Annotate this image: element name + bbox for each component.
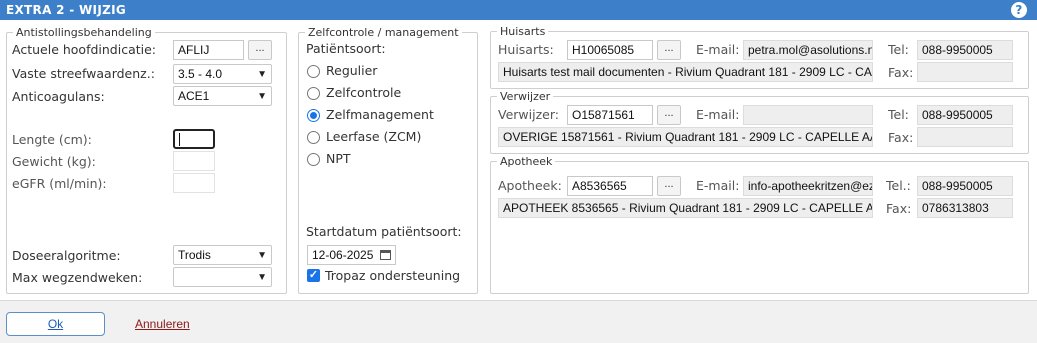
gp-email-label: E-mail: — [696, 42, 740, 57]
indication-field[interactable]: AFLIJ — [173, 40, 244, 60]
dosing-algorithm-select[interactable]: Trodis ▼ — [173, 245, 272, 265]
gp-tel-field[interactable]: 088-9950005 — [917, 40, 1013, 60]
window-titlebar: EXTRA 2 - WIJZIG ? — [0, 0, 1037, 20]
pharmacy-label: Apotheek: — [498, 178, 562, 193]
target-range-label: Vaste streefwaardenz.: — [12, 66, 155, 81]
anticoagulation-legend: Antistollingsbehandeling — [16, 26, 152, 39]
radio-button[interactable] — [307, 87, 320, 100]
radio-label: Leerfase (ZCM) — [326, 129, 422, 144]
pharmacy-address-field[interactable]: APOTHEEK 8536565 - Rivium Quadrant 181 -… — [498, 198, 873, 218]
pharmacy-fax-label: Fax: — [886, 201, 912, 216]
gp-fax-field[interactable] — [917, 62, 1013, 82]
radio-button[interactable] — [307, 65, 320, 78]
radio-label: NPT — [326, 151, 351, 166]
gp-email-field[interactable]: petra.mol@asolutions.n — [743, 40, 873, 60]
gp-code-field[interactable]: H10065085 — [567, 40, 653, 60]
self-management-legend: Zelfcontrole / management — [308, 26, 459, 39]
dialog-content: Antistollingsbehandeling Actuele hoofdin… — [0, 20, 1037, 300]
indication-label: Actuele hoofdindicatie: — [12, 42, 157, 57]
target-range-value: 3.5 - 4.0 — [178, 67, 223, 81]
gp-legend: Huisarts — [500, 25, 546, 38]
egfr-label: eGFR (ml/min): — [12, 176, 107, 191]
chevron-down-icon: ▼ — [257, 69, 267, 80]
pharmacy-email-field[interactable]: info-apotheekritzen@ez — [743, 176, 873, 196]
referrer-tel-label: Tel: — [888, 107, 909, 122]
referrer-legend: Verwijzer — [500, 90, 551, 103]
pharmacy-lookup-button[interactable]: ... — [657, 176, 681, 196]
referrer-fax-field[interactable] — [917, 127, 1013, 147]
pharmacy-email-label: E-mail: — [696, 178, 740, 193]
radio-button-selected[interactable] — [307, 109, 320, 122]
window-title: EXTRA 2 - WIJZIG — [6, 3, 127, 17]
chevron-down-icon: ▼ — [257, 250, 267, 261]
start-date-input[interactable]: 12-06-2025 — [307, 245, 396, 265]
gp-tel-label: Tel: — [888, 42, 909, 57]
radio-label: Zelfcontrole — [326, 85, 402, 100]
indication-lookup-button[interactable]: ... — [248, 40, 272, 60]
weight-label: Gewicht (kg): — [12, 154, 96, 169]
referrer-fax-label: Fax: — [888, 130, 914, 145]
referrer-code-field[interactable]: O15871561 — [567, 105, 653, 125]
help-icon[interactable]: ? — [1011, 2, 1027, 18]
target-range-select[interactable]: 3.5 - 4.0 ▼ — [173, 64, 272, 84]
chevron-down-icon: ▼ — [257, 91, 267, 102]
referrer-email-field[interactable] — [743, 105, 873, 125]
gp-address-field[interactable]: Huisarts test mail documenten - Rivium Q… — [498, 62, 873, 82]
radio-label: Zelfmanagement — [326, 107, 434, 122]
calendar-icon[interactable] — [380, 250, 391, 260]
gp-fax-label: Fax: — [888, 65, 914, 80]
length-input[interactable] — [173, 129, 215, 149]
dialog-footer: Ok Annuleren — [0, 300, 1037, 343]
referrer-address-field[interactable]: OVERIGE 15871561 - Rivium Quadrant 181 -… — [498, 127, 873, 147]
max-weeks-select[interactable]: ▼ — [173, 267, 272, 287]
pharmacy-tel-field[interactable]: 088-9950005 — [917, 176, 1013, 196]
radio-button[interactable] — [307, 131, 320, 144]
weight-input[interactable] — [173, 151, 215, 171]
anticoagulant-select[interactable]: ACE1 ▼ — [173, 86, 272, 106]
length-label: Lengte (cm): — [12, 132, 92, 147]
dosing-algorithm-label: Doseeralgoritme: — [12, 248, 121, 263]
pharmacy-fax-field[interactable]: 0786313803 — [917, 198, 1013, 218]
referrer-email-label: E-mail: — [696, 107, 740, 122]
start-date-label: Startdatum patiëntsoort: — [306, 224, 462, 239]
anticoagulant-value: ACE1 — [178, 89, 210, 103]
cancel-link[interactable]: Annuleren — [135, 317, 190, 331]
pharmacy-tel-label: Tel.: — [886, 178, 911, 193]
tropaz-checkbox[interactable]: ✓ — [307, 269, 320, 282]
tropaz-label: Tropaz ondersteuning — [325, 268, 461, 283]
egfr-input[interactable] — [173, 173, 215, 193]
pharmacy-code-field[interactable]: A8536565 — [567, 176, 653, 196]
dosing-algorithm-value: Trodis — [178, 248, 211, 262]
referrer-label: Verwijzer: — [498, 107, 559, 122]
max-weeks-label: Max wegzendweken: — [12, 270, 143, 285]
patient-type-label: Patiëntsoort: — [306, 41, 386, 56]
ok-button[interactable]: Ok — [6, 312, 105, 336]
referrer-tel-field[interactable]: 088-9950005 — [917, 105, 1013, 125]
chevron-down-icon: ▼ — [257, 272, 267, 283]
radio-button[interactable] — [307, 153, 320, 166]
gp-label: Huisarts: — [498, 42, 554, 57]
text-cursor — [179, 133, 180, 146]
anticoagulant-label: Anticoagulans: — [12, 89, 105, 104]
gp-lookup-button[interactable]: ... — [657, 40, 681, 60]
radio-label: Regulier — [326, 63, 378, 78]
referrer-lookup-button[interactable]: ... — [657, 105, 681, 125]
start-date-value: 12-06-2025 — [312, 248, 374, 262]
pharmacy-legend: Apotheek — [500, 155, 553, 168]
